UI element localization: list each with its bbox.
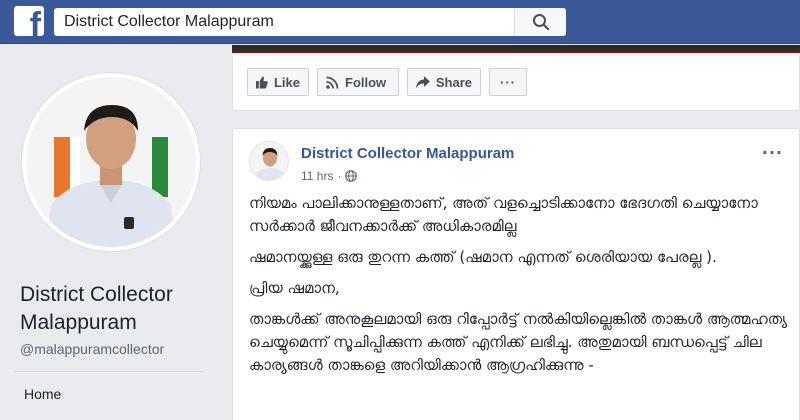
thumbs-up-icon — [256, 76, 268, 88]
top-bar: f — [0, 0, 800, 44]
share-label: Share — [435, 74, 472, 90]
sidebar-item-home[interactable]: Home — [24, 386, 61, 402]
share-arrow-icon — [416, 76, 430, 88]
globe-icon[interactable] — [345, 170, 358, 182]
more-dots-icon: ··· — [500, 74, 516, 90]
page-action-bar: Like Follow Share ··· — [232, 55, 800, 111]
follow-label: Follow — [345, 74, 387, 90]
cover-photo[interactable] — [232, 45, 800, 53]
post-meta: 11 hrs · — [301, 169, 358, 183]
follow-button[interactable]: Follow — [317, 68, 399, 96]
post-card: District Collector Malappuram 11 hrs · ·… — [232, 128, 800, 420]
author-photo-person-icon — [250, 142, 288, 180]
rss-follow-icon — [326, 76, 339, 89]
profile-photo-person-icon — [26, 77, 196, 247]
page-title: District Collector Malappuram — [20, 283, 173, 334]
post-options-button[interactable]: ··· — [762, 143, 783, 162]
more-options-button[interactable]: ··· — [489, 68, 527, 96]
post-paragraph: ഷമാനയ്ക്കുള്ള ഒരു തുറന്ന കത്ത് (ഷമാന എന്… — [249, 248, 717, 266]
facebook-logo-icon[interactable]: f — [14, 6, 44, 36]
search-input[interactable] — [54, 8, 514, 36]
search-box — [54, 8, 566, 36]
search-icon — [533, 14, 550, 31]
post-timestamp[interactable]: 11 hrs — [301, 169, 333, 183]
logo-letter: f — [29, 6, 41, 36]
like-label: Like — [273, 74, 300, 90]
like-button[interactable]: Like — [247, 68, 309, 96]
profile-picture[interactable] — [22, 73, 200, 251]
sidebar-divider — [14, 371, 204, 372]
post-text: നിയമം പാലിക്കാനുള്ളതാണ്, അത് വളച്ചൊടിക്ക… — [249, 192, 789, 385]
share-button[interactable]: Share — [407, 68, 481, 96]
post-author-name[interactable]: District Collector Malappuram — [301, 145, 514, 162]
meta-separator: · — [337, 169, 342, 183]
post-paragraph: പ്രിയ ഷമാന, — [249, 279, 340, 297]
post-author-avatar[interactable] — [249, 141, 289, 181]
post-paragraph: നിയമം പാലിക്കാനുള്ളതാണ്, അത് വളച്ചൊടിക്ക… — [249, 194, 758, 235]
search-button[interactable] — [514, 8, 566, 36]
post-paragraph: താങ്കൾക്ക് അനുകൂലമായി ഒരു റിപ്പോർട്ട് നൽ… — [249, 310, 788, 374]
page-sidebar: District Collector Malappuram @malappura… — [0, 45, 212, 420]
page-username[interactable]: @malappuramcollector — [20, 341, 164, 357]
